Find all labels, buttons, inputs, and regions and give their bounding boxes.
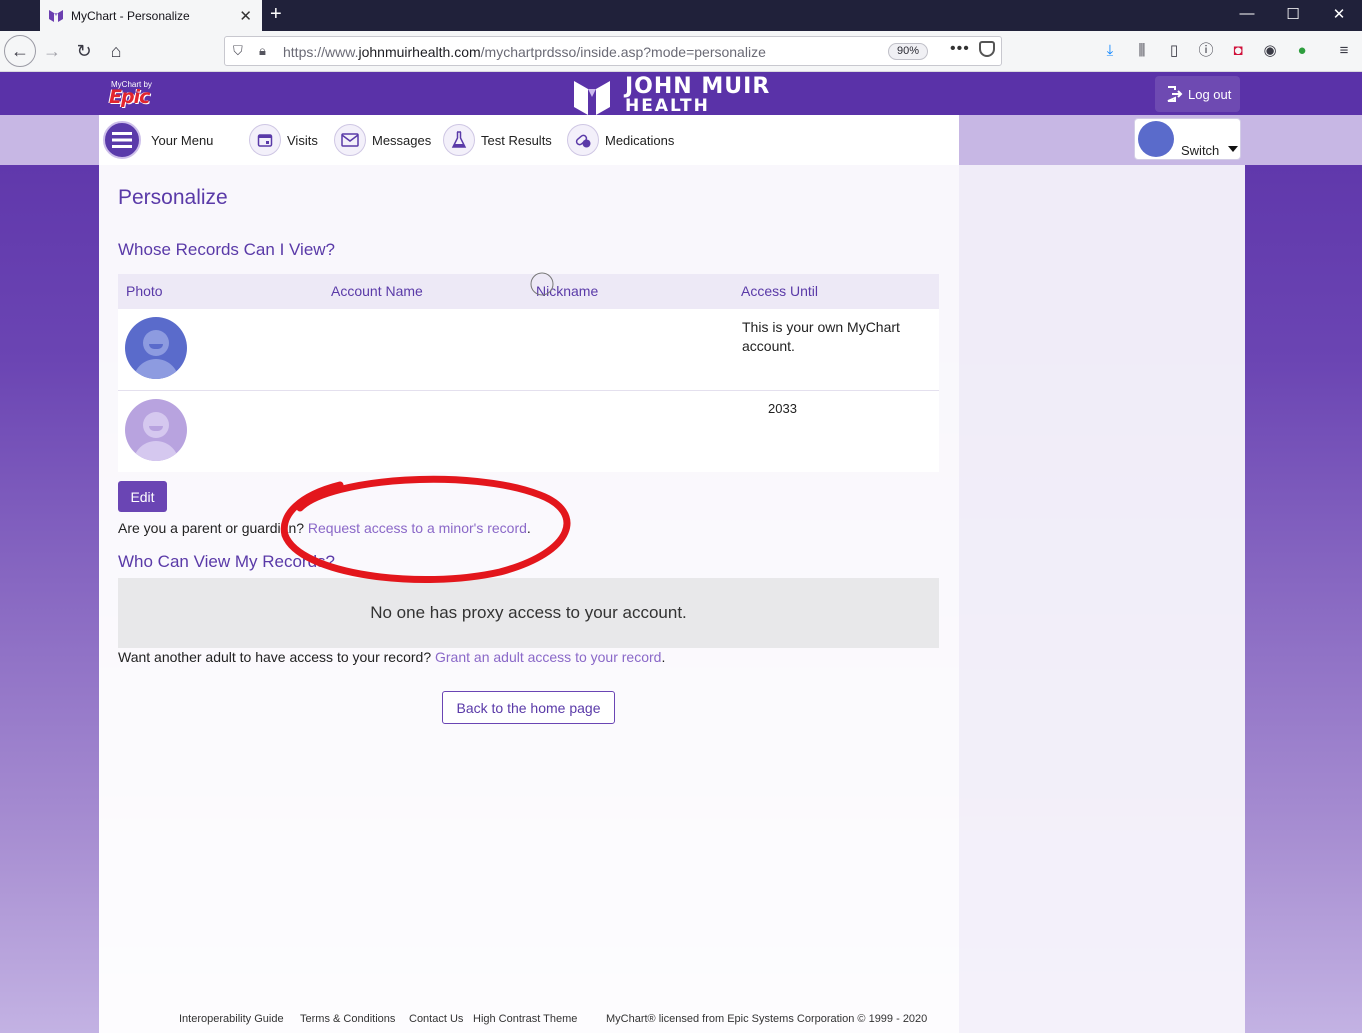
guardian-paragraph: Are you a parent or guardian? Request ac… xyxy=(118,520,531,536)
table-row: 2033 xyxy=(118,391,939,472)
back-to-home-button[interactable]: Back to the home page xyxy=(442,691,615,724)
edit-button[interactable]: Edit xyxy=(118,481,167,512)
medications-menu-item[interactable]: Medications xyxy=(567,124,674,156)
messages-label: Messages xyxy=(372,132,432,148)
switch-account-button[interactable]: Switch xyxy=(1134,118,1241,160)
pills-icon xyxy=(567,124,599,156)
page-title: Personalize xyxy=(118,186,228,209)
request-minor-access-link[interactable]: Request access to a minor's record xyxy=(308,520,527,536)
footer-link-contact[interactable]: Contact Us xyxy=(409,1013,463,1025)
caret-down-icon xyxy=(1228,146,1238,152)
sidebar-icon[interactable]: ▯ xyxy=(1164,41,1184,61)
window-close-icon[interactable]: ✕ xyxy=(1329,5,1349,23)
adult-access-text: Want another adult to have access to you… xyxy=(118,649,432,665)
envelope-icon xyxy=(334,124,366,156)
shield-icon[interactable]: ⛉ xyxy=(233,43,243,59)
new-tab-icon[interactable]: + xyxy=(270,3,282,26)
no-proxy-message: No one has proxy access to your account. xyxy=(118,578,939,648)
column-header-access-until: Access Until xyxy=(741,283,819,299)
adult-access-paragraph: Want another adult to have access to you… xyxy=(118,649,665,665)
footer-link-high-contrast[interactable]: High Contrast Theme xyxy=(473,1013,577,1025)
minimize-icon[interactable]: — xyxy=(1237,5,1257,22)
url-prefix: https://www. xyxy=(283,44,359,60)
logout-icon xyxy=(1167,86,1183,102)
avatar xyxy=(125,399,187,461)
medications-label: Medications xyxy=(605,132,675,148)
guardian-text: Are you a parent or guardian? xyxy=(118,520,305,536)
tab-title: MyChart - Personalize xyxy=(71,8,190,23)
zoom-level-badge[interactable]: 90% xyxy=(888,43,928,60)
messages-menu-item[interactable]: Messages xyxy=(334,124,431,156)
section-whose-records-title: Whose Records Can I View? xyxy=(118,240,336,259)
your-menu-label: Your Menu xyxy=(151,132,214,148)
grammar-extension-icon[interactable]: ● xyxy=(1292,41,1312,61)
main-menu-bar: Your Menu Visits Messages Test Results M… xyxy=(99,115,959,165)
maximize-icon[interactable]: ☐ xyxy=(1283,5,1303,23)
john-muir-health-logo[interactable]: JOHN MUIR HEALTH xyxy=(574,74,774,115)
url-bar[interactable]: ⛉ 🔒︎ https://www.johnmuirhealth.com/mych… xyxy=(224,36,1002,66)
guardian-period: . xyxy=(526,520,531,536)
visits-label: Visits xyxy=(287,132,318,148)
url-path: /mychartprdsso/inside.asp?mode=personali… xyxy=(480,44,766,60)
visits-menu-item[interactable]: Visits xyxy=(249,124,318,156)
home-icon[interactable]: ⌂ xyxy=(102,37,130,65)
records-table: Photo Account Name Nickname Access Until… xyxy=(118,274,939,472)
your-menu-button[interactable]: Your Menu xyxy=(103,120,213,160)
column-header-nickname: Nickname xyxy=(536,283,599,299)
url-text[interactable]: https://www.johnmuirhealth.com/mychartpr… xyxy=(283,44,766,60)
browser-tab[interactable]: MyChart - Personalize ✕ xyxy=(40,0,262,31)
avatar xyxy=(125,317,187,379)
pocket-icon[interactable] xyxy=(979,41,995,57)
account-icon[interactable]: ◉ xyxy=(1260,41,1280,61)
hamburger-icon xyxy=(103,121,141,159)
page-actions-icon[interactable]: ••• xyxy=(950,40,970,58)
access-until-cell: This is your own MyChart account. xyxy=(742,319,900,354)
column-header-account-name: Account Name xyxy=(331,283,423,299)
column-header-photo: Photo xyxy=(126,283,163,299)
hamburger-menu-icon[interactable]: ≡ xyxy=(1334,41,1354,61)
library-icon[interactable]: ⫼ xyxy=(1132,41,1152,61)
brand-line-2: HEALTH xyxy=(625,96,710,115)
john-muir-favicon-icon xyxy=(49,9,63,22)
reload-icon[interactable]: ↻ xyxy=(70,37,98,65)
tab-close-icon[interactable]: ✕ xyxy=(239,7,252,25)
table-row: This is your own MyChart account. xyxy=(118,309,939,391)
logout-label: Log out xyxy=(1188,86,1232,102)
john-muir-mark-icon xyxy=(574,81,610,115)
switch-label: Switch xyxy=(1181,143,1220,158)
switch-avatar xyxy=(1138,121,1174,157)
logout-button[interactable]: Log out xyxy=(1155,76,1240,112)
lock-icon[interactable]: 🔒︎ xyxy=(259,43,266,59)
footer-link-terms[interactable]: Terms & Conditions xyxy=(300,1013,395,1025)
footer-license: MyChart® licensed from Epic Systems Corp… xyxy=(606,1013,928,1025)
download-icon[interactable]: ⤓ xyxy=(1100,41,1120,61)
calendar-icon xyxy=(249,124,281,156)
right-sidebar xyxy=(959,165,1245,1033)
test-results-label: Test Results xyxy=(481,132,552,148)
url-host: johnmuirhealth.com xyxy=(358,44,481,60)
adult-period: . xyxy=(661,649,666,665)
section-who-can-view-title: Who Can View My Records? xyxy=(118,552,335,571)
test-results-menu-item[interactable]: Test Results xyxy=(443,124,552,156)
pocket-save-icon[interactable]: ◘ xyxy=(1228,41,1248,61)
extension-icon[interactable]: ⓘ xyxy=(1196,41,1216,61)
back-arrow-icon[interactable]: ← xyxy=(4,35,36,67)
forward-arrow-icon[interactable]: → xyxy=(38,37,66,65)
mychart-epic-logo[interactable]: MyChart by Epic xyxy=(109,80,167,110)
flask-icon xyxy=(443,124,475,156)
table-header: Photo Account Name Nickname Access Until xyxy=(118,274,939,309)
access-until-cell: 2033 xyxy=(768,401,797,416)
grant-adult-access-link[interactable]: Grant an adult access to your record xyxy=(435,649,661,665)
browser-tab-bar: MyChart - Personalize ✕ + — ☐ ✕ xyxy=(0,0,1362,31)
footer-link-interoperability[interactable]: Interoperability Guide xyxy=(179,1013,284,1025)
browser-toolbar: ← → ↻ ⌂ ⛉ 🔒︎ https://www.johnmuirhealth.… xyxy=(0,31,1362,72)
epic-logo-text: Epic xyxy=(109,86,150,108)
